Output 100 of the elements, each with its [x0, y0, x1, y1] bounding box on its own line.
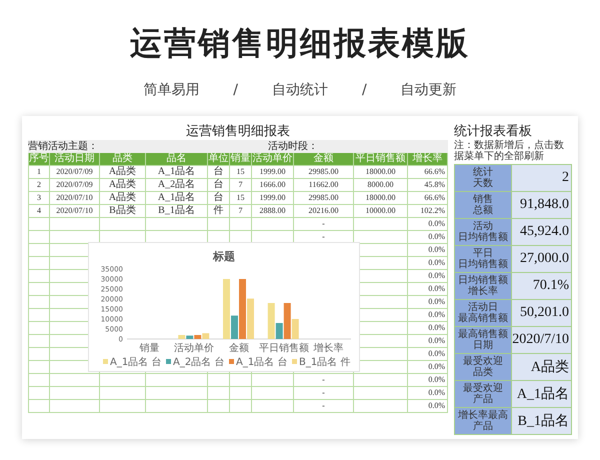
stat-label: 最受欢迎: [463, 356, 503, 367]
table-cell: B品类: [100, 205, 146, 218]
table-cell: 102.2%: [408, 205, 448, 218]
stat-label: 产品: [473, 394, 493, 405]
category-label: 增长率: [314, 343, 344, 354]
sheet-title: 运营销售明细报表: [185, 122, 291, 140]
table-cell: 0.0%: [408, 309, 448, 322]
category-label: 金额: [229, 343, 249, 354]
feature-label: 简单易用: [143, 81, 200, 100]
table-cell: 2020/07/09: [50, 166, 100, 179]
table-cell: [230, 387, 252, 400]
table-cell: 0.0%: [408, 244, 448, 257]
feature-label: 自动更新: [400, 81, 457, 100]
table-cell: A品类: [100, 192, 146, 205]
table-cell: [50, 387, 100, 400]
stat-label: 最受欢迎: [463, 383, 503, 394]
table-cell: -: [294, 374, 354, 387]
table-cell: 0.0%: [408, 335, 448, 348]
table-cell: 2: [28, 179, 50, 192]
table-cell: [28, 335, 50, 348]
column-header: 销量: [230, 153, 252, 166]
table-cell: [146, 400, 208, 413]
table-cell: [208, 387, 230, 400]
stat-label: 活动: [473, 221, 493, 232]
stat-label: 销售: [473, 194, 493, 205]
legend-label: A_1品名 台: [236, 356, 288, 368]
table-cell: [100, 218, 146, 231]
stat-label: 日期: [473, 340, 493, 351]
table-cell: [50, 374, 100, 387]
table-cell: 0.0%: [408, 257, 448, 270]
table-cell: [28, 296, 50, 309]
table-cell: 1999.00: [252, 166, 294, 179]
stat-label: 日均销售额: [458, 275, 508, 286]
theme-label: 营销活动主题：: [28, 140, 99, 152]
stat-value: A品类: [512, 354, 571, 380]
table-cell: 0.0%: [408, 296, 448, 309]
stat-value: 2: [512, 165, 571, 191]
table-cell: 15: [230, 192, 252, 205]
table-cell: 0.0%: [408, 387, 448, 400]
table-cell: 1666.00: [252, 179, 294, 192]
table-cell: [28, 348, 50, 361]
table-cell: [28, 322, 50, 335]
table-cell: [28, 218, 50, 231]
table-cell: [100, 374, 146, 387]
table-cell: 1999.00: [252, 192, 294, 205]
table-cell: [28, 244, 50, 257]
category-label: 平日销售额: [258, 343, 309, 354]
table-cell: A_1品名: [146, 192, 208, 205]
table-cell: [146, 374, 208, 387]
table-cell: 0.0%: [408, 374, 448, 387]
table-cell: 10000.00: [354, 205, 408, 218]
table-cell: 2020/07/09: [50, 179, 100, 192]
column-header: 单位: [208, 153, 230, 166]
table-cell: A_2品名: [146, 179, 208, 192]
table-cell: 0.0%: [408, 218, 448, 231]
stat-value: 2020/7/10: [512, 327, 571, 353]
stat-label: 统计: [473, 167, 493, 178]
stat-value: 70.1%: [512, 273, 571, 299]
table-cell: 20216.00: [294, 205, 354, 218]
table-cell: 15: [230, 166, 252, 179]
table-cell: [354, 387, 408, 400]
stat-label: 天数: [473, 178, 493, 189]
column-header: 品类: [100, 153, 146, 166]
column-header: 增长率: [408, 153, 448, 166]
separator: /: [362, 81, 367, 100]
table-cell: 66.6%: [408, 192, 448, 205]
table-cell: [28, 309, 50, 322]
legend-item: A_1品名 台: [103, 357, 162, 368]
table-cell: 0.0%: [408, 361, 448, 374]
legend-label: B_1品名 件: [299, 356, 350, 368]
table-cell: 0.0%: [408, 400, 448, 413]
table-cell: A品类: [100, 166, 146, 179]
table-cell: [252, 218, 294, 231]
page-title: 运营销售明细报表模版: [130, 23, 470, 64]
category-label: 活动单价: [174, 343, 214, 354]
stat-value: A_1品名: [512, 381, 571, 407]
table-cell: [50, 400, 100, 413]
column-header: 金额: [294, 153, 354, 166]
stat-value: 45,924.0: [512, 219, 571, 245]
table-cell: 台: [208, 179, 230, 192]
column-header: 平日销售额: [354, 153, 408, 166]
table-cell: A_1品名: [146, 166, 208, 179]
table-cell: [252, 400, 294, 413]
table-cell: 2888.00: [252, 205, 294, 218]
table-cell: [50, 218, 100, 231]
table-cell: 0.0%: [408, 283, 448, 296]
table-cell: [208, 374, 230, 387]
table-cell: 8000.00: [354, 179, 408, 192]
table-cell: 66.6%: [408, 166, 448, 179]
table-cell: B_1品名: [146, 205, 208, 218]
table-cell: 29985.00: [294, 192, 354, 205]
stat-label: 最高销售额: [458, 313, 508, 324]
table-cell: [354, 400, 408, 413]
stat-label: 活动日: [468, 302, 498, 313]
table-cell: 2020/07/10: [50, 205, 100, 218]
table-cell: 2020/07/10: [50, 192, 100, 205]
table-cell: 11662.00: [294, 179, 354, 192]
table-cell: 0.0%: [408, 322, 448, 335]
table-cell: 3: [28, 192, 50, 205]
table-cell: 0.0%: [408, 270, 448, 283]
